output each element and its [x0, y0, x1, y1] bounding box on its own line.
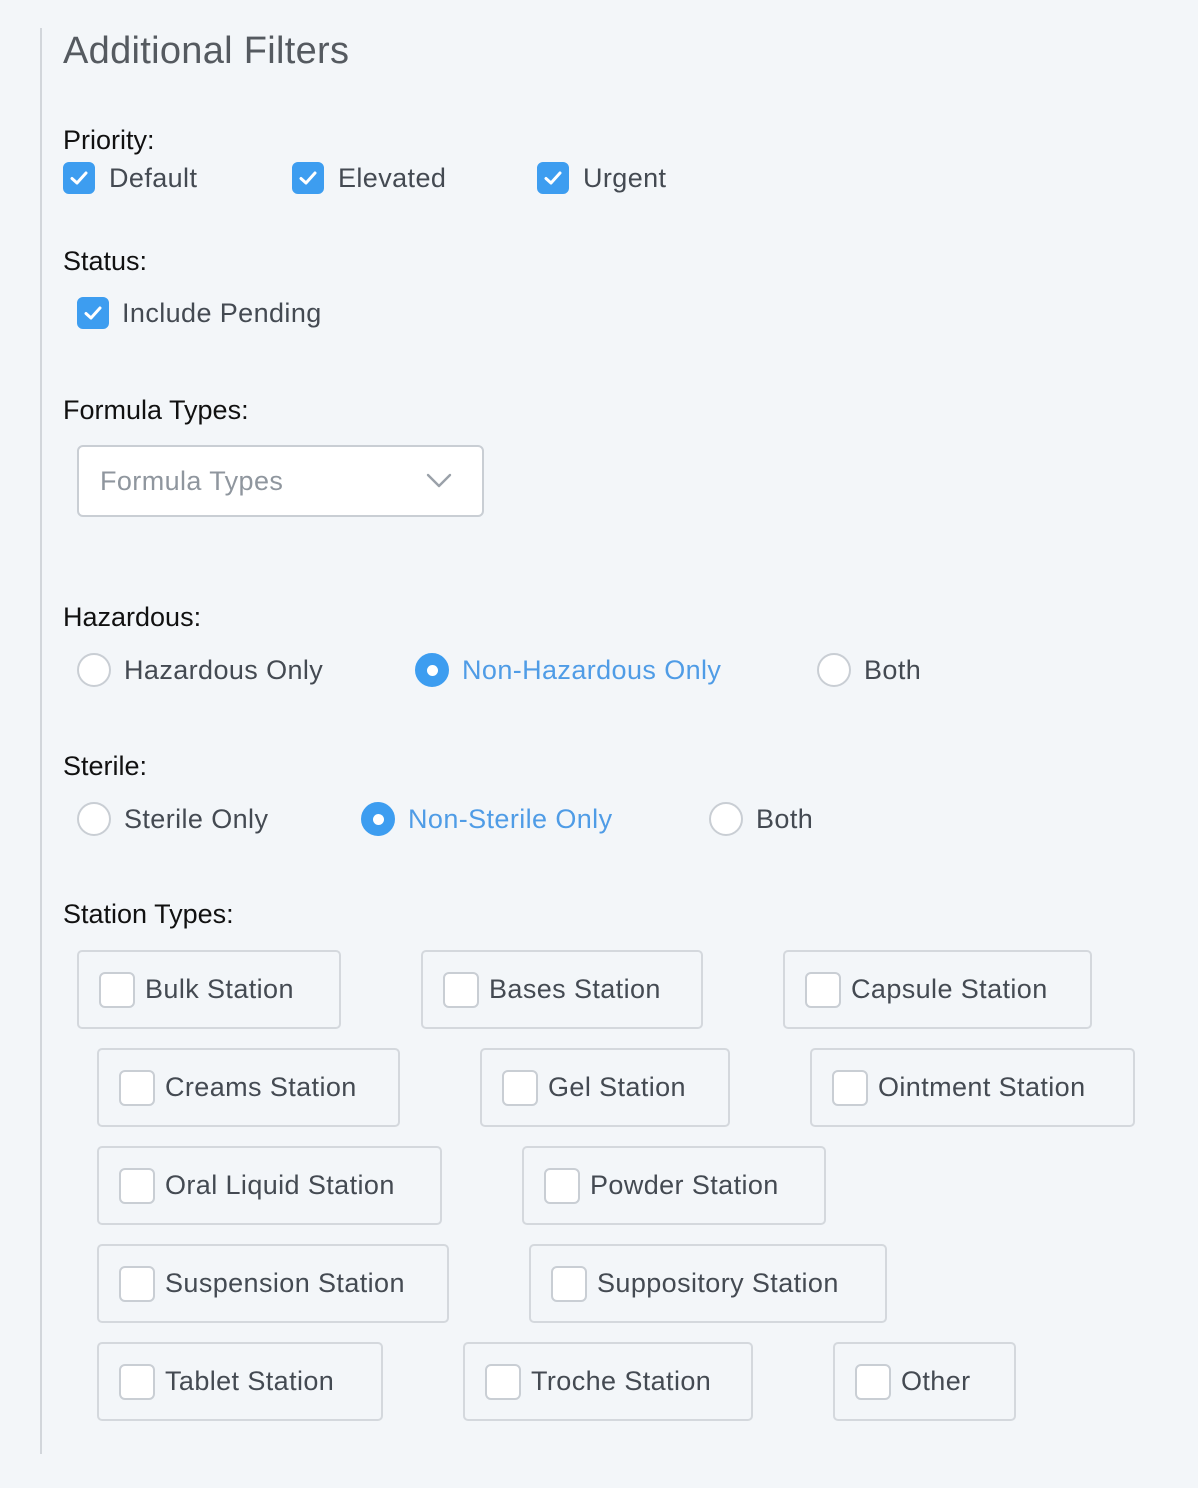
station-creams[interactable]: Creams Station	[97, 1048, 400, 1127]
station-types-label: Station Types:	[63, 899, 234, 929]
formula-types-placeholder: Formula Types	[100, 465, 284, 496]
checkbox-unchecked-icon	[502, 1069, 538, 1106]
priority-label: Priority:	[63, 125, 155, 155]
checkbox-checked-icon	[292, 162, 324, 194]
station-label: Creams Station	[165, 1072, 357, 1102]
checkbox-unchecked-icon	[99, 971, 135, 1008]
station-bulk[interactable]: Bulk Station	[77, 950, 341, 1029]
hazardous-only-radio[interactable]: Hazardous Only	[77, 653, 323, 687]
station-label: Troche Station	[531, 1366, 712, 1396]
include-pending-checkbox[interactable]: Include Pending	[77, 297, 322, 329]
checkbox-checked-icon	[77, 297, 109, 329]
station-other[interactable]: Other	[833, 1342, 1016, 1421]
checkbox-unchecked-icon	[119, 1167, 155, 1204]
station-ointment[interactable]: Ointment Station	[810, 1048, 1135, 1127]
checkbox-unchecked-icon	[544, 1167, 580, 1204]
non-sterile-only-radio[interactable]: Non-Sterile Only	[361, 802, 612, 836]
non-hazardous-only-radio[interactable]: Non-Hazardous Only	[415, 653, 721, 687]
station-bases[interactable]: Bases Station	[421, 950, 703, 1029]
checkbox-unchecked-icon	[443, 971, 479, 1008]
sterile-only-label: Sterile Only	[124, 803, 269, 834]
station-gel[interactable]: Gel Station	[480, 1048, 730, 1127]
checkbox-unchecked-icon	[119, 1363, 155, 1400]
priority-urgent-checkbox[interactable]: Urgent	[537, 162, 666, 194]
station-oral-liquid[interactable]: Oral Liquid Station	[97, 1146, 442, 1225]
additional-filters-panel: Additional Filters Priority: Default Ele…	[0, 0, 1198, 1488]
include-pending-label: Include Pending	[122, 297, 322, 328]
station-label: Ointment Station	[878, 1072, 1086, 1102]
checkbox-unchecked-icon	[119, 1265, 155, 1302]
station-label: Capsule Station	[851, 974, 1048, 1004]
radio-unselected-icon	[817, 653, 851, 687]
non-sterile-only-label: Non-Sterile Only	[408, 803, 613, 834]
hazardous-both-radio[interactable]: Both	[817, 653, 921, 687]
checkbox-checked-icon	[63, 162, 95, 194]
radio-unselected-icon	[709, 802, 743, 836]
sterile-label: Sterile:	[63, 751, 148, 781]
station-label: Oral Liquid Station	[165, 1170, 395, 1200]
station-suppository[interactable]: Suppository Station	[529, 1244, 887, 1323]
station-label: Powder Station	[590, 1170, 779, 1200]
station-label: Gel Station	[548, 1072, 686, 1102]
station-troche[interactable]: Troche Station	[463, 1342, 753, 1421]
checkbox-unchecked-icon	[551, 1265, 587, 1302]
checkbox-unchecked-icon	[485, 1363, 521, 1400]
station-powder[interactable]: Powder Station	[522, 1146, 826, 1225]
left-divider	[40, 28, 42, 1454]
priority-elevated-checkbox[interactable]: Elevated	[292, 162, 446, 194]
checkbox-unchecked-icon	[832, 1069, 868, 1106]
station-tablet[interactable]: Tablet Station	[97, 1342, 383, 1421]
radio-unselected-icon	[77, 653, 111, 687]
formula-types-label: Formula Types:	[63, 395, 249, 425]
checkbox-checked-icon	[537, 162, 569, 194]
formula-types-select[interactable]: Formula Types	[77, 445, 484, 517]
sterile-only-radio[interactable]: Sterile Only	[77, 802, 268, 836]
station-suspension[interactable]: Suspension Station	[97, 1244, 449, 1323]
priority-urgent-label: Urgent	[583, 162, 667, 193]
sterile-both-label: Both	[756, 803, 814, 834]
priority-default-label: Default	[109, 162, 198, 193]
priority-elevated-label: Elevated	[338, 162, 447, 193]
panel-title: Additional Filters	[63, 30, 350, 72]
station-label: Other	[901, 1366, 971, 1396]
station-label: Tablet Station	[165, 1366, 335, 1396]
station-label: Suspension Station	[165, 1268, 405, 1298]
status-label: Status:	[63, 246, 148, 276]
station-capsule[interactable]: Capsule Station	[783, 950, 1092, 1029]
sterile-both-radio[interactable]: Both	[709, 802, 813, 836]
station-label: Suppository Station	[597, 1268, 839, 1298]
non-hazardous-only-label: Non-Hazardous Only	[462, 654, 722, 685]
checkbox-unchecked-icon	[119, 1069, 155, 1106]
hazardous-only-label: Hazardous Only	[124, 654, 324, 685]
station-label: Bulk Station	[145, 974, 294, 1004]
chevron-down-icon	[426, 473, 452, 488]
radio-selected-icon	[415, 653, 449, 687]
hazardous-label: Hazardous:	[63, 602, 202, 632]
radio-selected-icon	[361, 802, 395, 836]
checkbox-unchecked-icon	[805, 971, 841, 1008]
checkbox-unchecked-icon	[855, 1363, 891, 1400]
radio-unselected-icon	[77, 802, 111, 836]
station-label: Bases Station	[489, 974, 661, 1004]
priority-default-checkbox[interactable]: Default	[63, 162, 197, 194]
hazardous-both-label: Both	[864, 654, 922, 685]
